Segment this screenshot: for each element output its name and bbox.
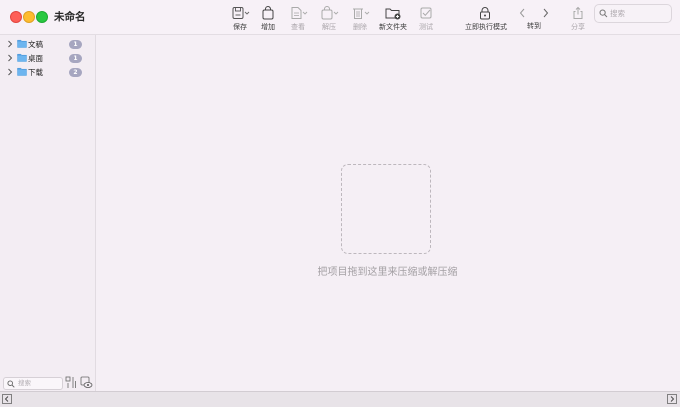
- folder-plus-icon: [385, 8, 401, 20]
- share-button[interactable]: 分享: [561, 6, 595, 32]
- toggle-sidebar-icon[interactable]: [2, 394, 12, 404]
- sidebar-item-label: 下载: [28, 68, 43, 77]
- sidebar-search[interactable]: [3, 377, 63, 390]
- folder-icon: [17, 67, 27, 76]
- save-icon: [232, 7, 250, 19]
- search-icon: [599, 9, 608, 18]
- maximize-window-button[interactable]: [36, 11, 48, 23]
- document-icon: [291, 7, 308, 19]
- sidebar: 文稿 1 桌面 1 下载 2: [0, 35, 96, 391]
- toolbar-search[interactable]: [594, 4, 672, 23]
- column-options-icon[interactable]: [65, 376, 77, 389]
- app-window: 未命名 保存 增加 查看 解压 删除 新文件夹 测试 立即执行模式 转到 分享 …: [0, 0, 680, 407]
- extract-label: 解压: [322, 23, 336, 31]
- chevron-right-icon[interactable]: [541, 7, 550, 19]
- test-label: 测试: [419, 23, 433, 31]
- new-folder-button[interactable]: 新文件夹: [376, 6, 410, 32]
- chevron-right-icon[interactable]: [7, 68, 13, 76]
- toolbar: 未命名 保存 增加 查看 解压 删除 新文件夹 测试 立即执行模式 转到 分享 …: [0, 0, 680, 35]
- delete-label: 删除: [353, 23, 367, 31]
- drop-hint: 把项目拖到这里来压缩或解压缩: [317, 267, 458, 278]
- count-badge: 1: [69, 40, 82, 49]
- sidebar-item-documents[interactable]: 文稿 1: [6, 38, 92, 51]
- add-button[interactable]: 增加: [251, 6, 285, 32]
- count-badge: 1: [69, 54, 82, 63]
- window-title: 未命名: [54, 11, 86, 23]
- bag-icon: [262, 6, 274, 20]
- new-folder-label: 新文件夹: [379, 23, 407, 31]
- view-button[interactable]: 查看: [281, 6, 315, 32]
- share-icon: [573, 6, 583, 19]
- sidebar-item-desktop[interactable]: 桌面 1: [6, 52, 92, 65]
- preview-icon[interactable]: [80, 376, 93, 389]
- toggle-inspector-icon[interactable]: [667, 394, 677, 404]
- instant-mode-button[interactable]: 立即执行模式: [465, 6, 507, 32]
- instant-mode-label: 立即执行模式: [465, 23, 507, 31]
- folder-icon: [17, 39, 27, 48]
- minimize-window-button[interactable]: [23, 11, 35, 23]
- search-icon: [7, 380, 15, 388]
- sidebar-item-label: 桌面: [28, 54, 43, 63]
- sidebar-item-label: 文稿: [28, 40, 43, 49]
- add-label: 增加: [261, 23, 275, 31]
- drop-zone[interactable]: [341, 164, 431, 254]
- chevron-right-icon[interactable]: [7, 54, 13, 62]
- trash-icon: [353, 8, 370, 19]
- folder-icon: [17, 53, 27, 62]
- share-label: 分享: [571, 23, 585, 31]
- sidebar-item-downloads[interactable]: 下载 2: [6, 66, 92, 79]
- test-button[interactable]: 测试: [409, 6, 443, 32]
- delete-button[interactable]: 删除: [343, 6, 377, 32]
- file-list-area[interactable]: 把项目拖到这里来压缩或解压缩: [96, 35, 680, 391]
- extract-button[interactable]: 解压: [312, 6, 346, 32]
- checkbox-icon: [420, 7, 432, 19]
- chevron-right-icon[interactable]: [7, 40, 13, 48]
- view-label: 查看: [291, 23, 305, 31]
- chevron-left-icon[interactable]: [518, 7, 527, 19]
- status-bar: [0, 391, 680, 407]
- goto-label[interactable]: 转到: [519, 21, 549, 31]
- lock-icon: [480, 7, 490, 20]
- search-input[interactable]: [610, 7, 666, 19]
- sidebar-search-input[interactable]: [18, 378, 60, 388]
- bag-open-icon: [321, 6, 339, 20]
- close-window-button[interactable]: [10, 11, 22, 23]
- count-badge: 2: [69, 68, 82, 77]
